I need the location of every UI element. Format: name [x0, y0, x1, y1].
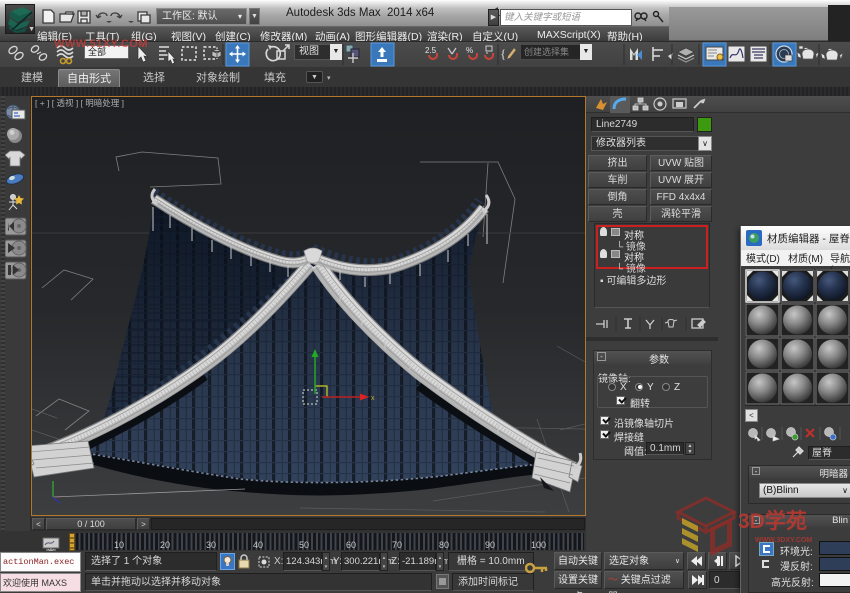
- svg-text:[ + ] [ 透视 ] [ 明暗处理 ]: [ + ] [ 透视 ] [ 明暗处理 ]: [35, 98, 124, 108]
- svg-text:2.5: 2.5: [425, 46, 437, 55]
- svg-text:3D学苑: 3D学苑: [738, 509, 807, 533]
- svg-text:x: x: [371, 395, 375, 402]
- svg-text:WWW.3DXY.COM: WWW.3DXY.COM: [755, 537, 812, 544]
- svg-text:%: %: [466, 46, 473, 55]
- svg-text:{: {: [500, 46, 506, 61]
